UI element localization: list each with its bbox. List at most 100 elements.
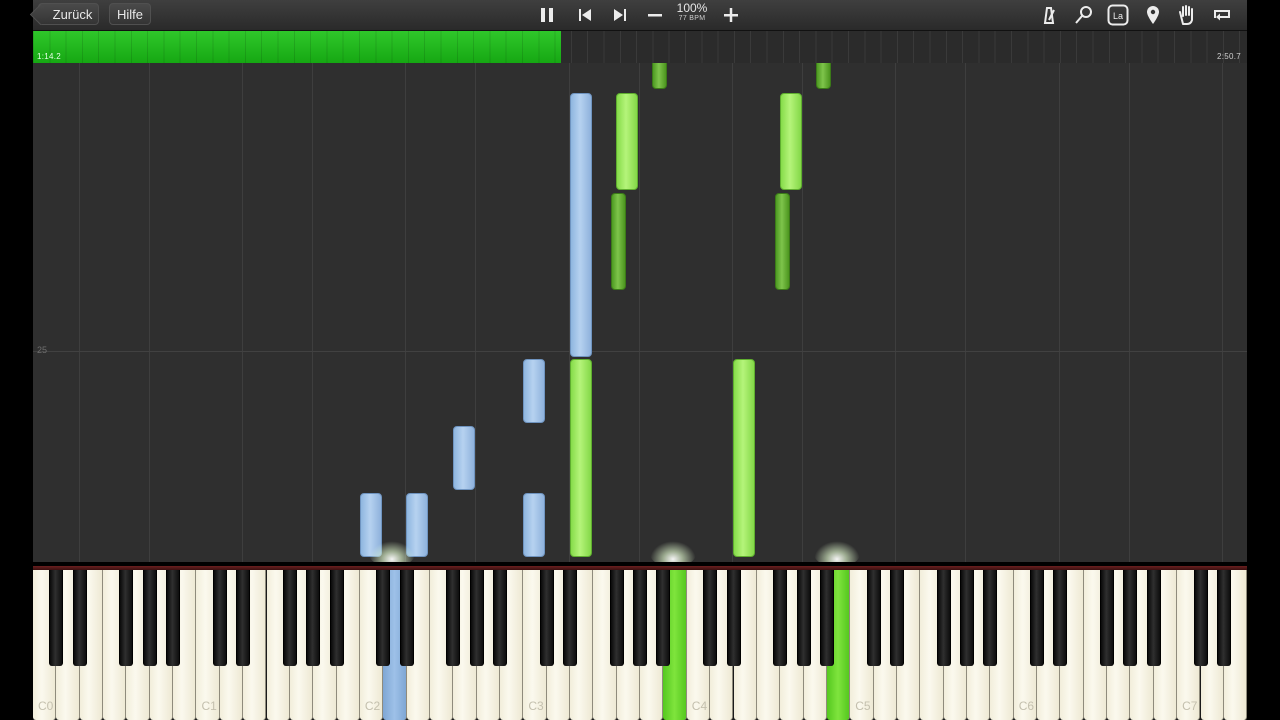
toolbar: Zurück Hilfe 100% 77 BPM La — [33, 0, 1247, 31]
metronome-icon — [1043, 7, 1055, 24]
black-key[interactable] — [866, 570, 881, 666]
note-right-hand — [570, 359, 592, 557]
note-right-hand-sharp — [611, 193, 626, 290]
black-key[interactable] — [306, 570, 321, 666]
black-key[interactable] — [889, 570, 904, 666]
grid-line — [1222, 63, 1223, 562]
black-key[interactable] — [166, 570, 181, 666]
skip-back-button[interactable] — [572, 3, 598, 27]
black-key[interactable] — [1053, 570, 1068, 666]
help-button-label: Hilfe — [116, 7, 143, 22]
speed-readout: 100% 77 BPM — [671, 2, 713, 23]
grid-line — [475, 63, 476, 562]
black-key[interactable] — [726, 570, 741, 666]
black-key[interactable] — [49, 570, 64, 666]
loop-button[interactable] — [1209, 3, 1235, 27]
plus-icon — [724, 8, 738, 22]
black-key[interactable] — [1030, 570, 1045, 666]
metronome-button[interactable] — [1036, 3, 1062, 27]
falling-notes-area: 25 — [33, 63, 1247, 562]
black-key[interactable] — [703, 570, 718, 666]
black-key[interactable] — [376, 570, 391, 666]
grid-line — [965, 63, 966, 562]
black-key[interactable] — [656, 570, 671, 666]
grid-line — [312, 63, 313, 562]
song-progress-bar[interactable]: 1:14.2 2:50.7 — [33, 31, 1247, 63]
black-key[interactable] — [819, 570, 834, 666]
note-labels-button[interactable]: La — [1105, 3, 1131, 27]
note-left-hand — [453, 426, 475, 490]
measure-line — [33, 351, 1247, 352]
black-key[interactable] — [960, 570, 974, 666]
loop-icon — [1214, 10, 1230, 21]
total-time: 2:50.7 — [1216, 52, 1241, 61]
piano-keyboard: C0 C1 C2 C3 C4 C5 C6 C7 — [33, 566, 1247, 720]
pause-icon — [541, 8, 553, 22]
help-button[interactable]: Hilfe — [109, 3, 151, 25]
measure-number: 25 — [37, 345, 48, 355]
black-key[interactable] — [212, 570, 227, 666]
note-right-hand-sharp — [652, 63, 667, 89]
speed-up-button[interactable] — [718, 3, 744, 27]
black-key[interactable] — [1146, 570, 1161, 666]
pause-button[interactable] — [534, 3, 560, 27]
black-key[interactable] — [119, 570, 134, 666]
grid-line — [79, 63, 80, 562]
speed-percent: 100% — [676, 1, 708, 15]
black-key[interactable] — [983, 570, 998, 666]
black-key[interactable] — [282, 570, 297, 666]
black-key[interactable] — [1216, 570, 1231, 666]
black-key[interactable] — [1193, 570, 1208, 666]
black-key[interactable] — [1100, 570, 1115, 666]
black-key[interactable] — [446, 570, 461, 666]
note-label-icon: La — [1107, 4, 1129, 26]
black-key[interactable] — [633, 570, 648, 666]
note-left-hand — [523, 493, 545, 557]
note-right-hand — [780, 93, 802, 190]
note-right-hand-sharp — [775, 193, 790, 290]
grid-line — [405, 63, 406, 562]
black-key[interactable] — [539, 570, 554, 666]
grid-line — [1059, 63, 1060, 562]
bookmark-button[interactable] — [1140, 3, 1166, 27]
synthesia-app: Zurück Hilfe 100% 77 BPM La 1:14.2 2:50.… — [0, 0, 1280, 720]
black-key[interactable] — [469, 570, 484, 666]
hit-glow — [814, 541, 860, 562]
black-key[interactable] — [796, 570, 811, 666]
skip-forward-button[interactable] — [607, 3, 633, 27]
black-key[interactable] — [236, 570, 251, 666]
grid-line — [639, 63, 640, 562]
hands-button[interactable] — [1174, 3, 1200, 27]
black-key[interactable] — [773, 570, 788, 666]
black-key[interactable] — [1123, 570, 1138, 666]
hand-icon — [1179, 5, 1193, 25]
note-right-hand-sharp — [816, 63, 831, 89]
black-key[interactable] — [493, 570, 507, 666]
zoom-button[interactable] — [1071, 3, 1097, 27]
black-key[interactable] — [399, 570, 414, 666]
progress-fill — [33, 31, 562, 63]
hit-glow — [650, 541, 696, 562]
skip-forward-icon — [614, 9, 626, 21]
note-left-hand — [570, 93, 592, 357]
grid-line — [1129, 63, 1130, 562]
bpm-label: 77 BPM — [678, 15, 706, 22]
skip-back-icon — [579, 9, 591, 21]
back-button[interactable]: Zurück — [38, 3, 99, 25]
black-key[interactable] — [936, 570, 951, 666]
magnifier-icon — [1075, 6, 1092, 24]
black-key[interactable] — [609, 570, 624, 666]
location-pin-icon — [1147, 6, 1159, 24]
black-key[interactable] — [563, 570, 578, 666]
elapsed-time: 1:14.2 — [37, 52, 62, 61]
grid-line — [802, 63, 803, 562]
black-key[interactable] — [329, 570, 344, 666]
speed-down-button[interactable] — [642, 3, 668, 27]
grid-line — [149, 63, 150, 562]
black-key[interactable] — [142, 570, 157, 666]
back-button-label: Zurück — [52, 7, 93, 22]
note-left-hand — [523, 359, 545, 423]
minus-icon — [648, 14, 662, 17]
grid-line — [242, 63, 243, 562]
black-key[interactable] — [72, 570, 87, 666]
